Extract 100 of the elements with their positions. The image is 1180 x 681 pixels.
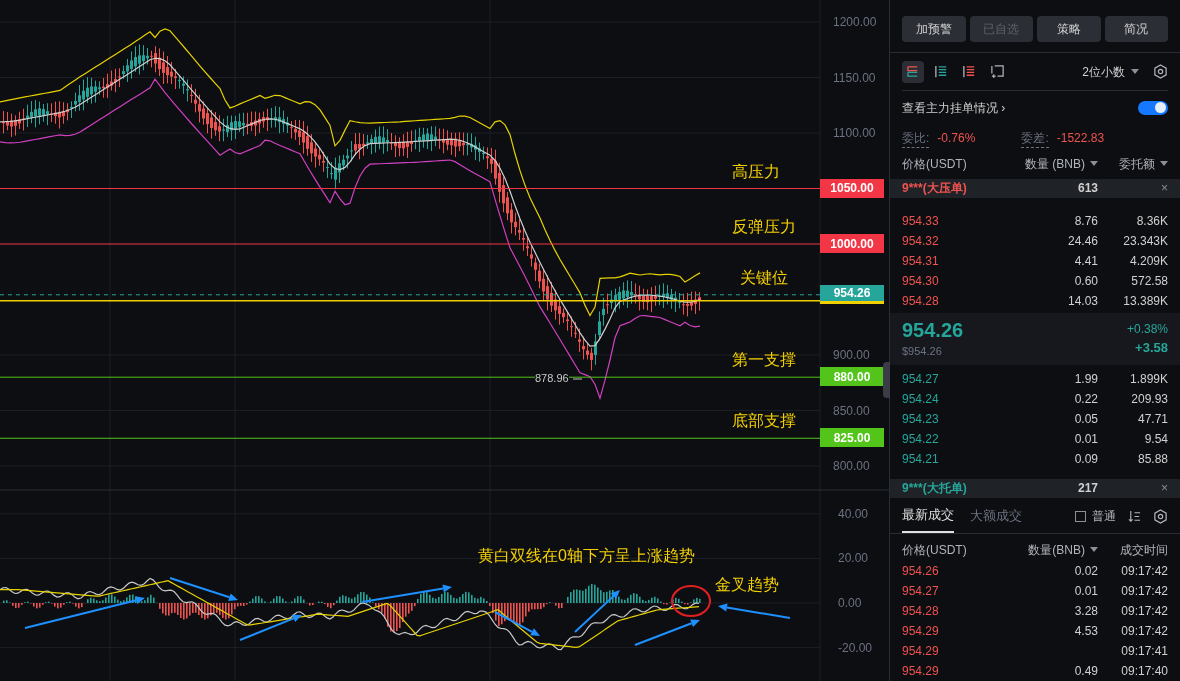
quantity-cell-text: 0.05 [1073, 410, 1098, 428]
quantity-cell-text: 14.03 [1066, 293, 1098, 311]
change-value: +3.58 [1135, 339, 1168, 358]
view-mode-button[interactable] [902, 60, 924, 83]
price-cell-text: 954.29 [902, 643, 940, 661]
action-button[interactable]: 简况 [1104, 15, 1168, 42]
price-cell-text: 954.26 [902, 563, 940, 581]
price-cell-text: 954.29 [902, 623, 940, 641]
axis-label: 1200.00 [833, 16, 877, 28]
quantity-cell-text: 8.76 [1073, 213, 1098, 231]
level-label: 关键位 [740, 269, 788, 286]
column-header[interactable]: 数量 (BNB) [1002, 154, 1098, 173]
time-cell-text: 09:17:41 [1120, 643, 1168, 661]
total-cell-text: 85.88 [1136, 450, 1168, 468]
axis-label: 40.00 [838, 507, 869, 520]
arrow [494, 611, 540, 636]
price-cell-text: 954.27 [902, 583, 940, 601]
total-cell-text: 4.209K [1128, 253, 1168, 271]
price-cell-text: 954.31 [902, 253, 940, 271]
price-cell-text: 954.28 [902, 603, 940, 621]
column-header: 成交时间 [1119, 541, 1168, 559]
normal-checkbox[interactable]: 普通 [1075, 507, 1116, 526]
total-cell-text: 8.36K [1135, 213, 1168, 231]
axis-label: 900.00 [833, 349, 870, 361]
diff-label: 委差: [1021, 129, 1049, 149]
column-header: 价格(USDT) [902, 541, 968, 559]
last-price: 954.26 [902, 318, 965, 344]
settings-icon[interactable] [1153, 64, 1168, 80]
close-icon[interactable]: × [1098, 479, 1168, 498]
sort-icon[interactable] [1128, 509, 1141, 523]
total-cell-text: 572.58 [1130, 273, 1168, 291]
price-tag: 954.26 [820, 284, 884, 304]
axis-label: 1150.00 [833, 71, 876, 84]
price-cell-text: 954.28 [902, 293, 940, 311]
price-cell-text: 954.30 [902, 273, 940, 291]
trades-tab[interactable]: 大额成交 [970, 499, 1022, 534]
quantity-cell-text: 0.60 [1073, 273, 1098, 291]
quantity-cell-text: 24.46 [1066, 233, 1098, 251]
arrow [574, 590, 620, 633]
settings-icon[interactable] [1153, 508, 1168, 524]
toggle-switch[interactable] [1138, 100, 1168, 115]
diff-value: -1522.83 [1056, 130, 1105, 148]
price-cell-text: 954.29 [902, 663, 940, 681]
axis-label: 0.00 [838, 597, 862, 609]
quantity-cell-text: 0.01 [1073, 430, 1098, 448]
quantity-cell: 4.53 [1074, 624, 1098, 639]
usd-price: $954.26 [902, 344, 943, 360]
price-tag: 825.00 [820, 428, 884, 448]
large-order-banner: 9***(大压单) 613 × [890, 178, 1180, 198]
total-cell-text: 23.343K [1122, 233, 1168, 251]
arrow [239, 614, 302, 641]
quantity-cell: 0.02 [1074, 564, 1098, 579]
column-header[interactable]: 数量(BNB) [1002, 540, 1098, 559]
axis-label: -20.00 [838, 641, 873, 654]
axis-label: 20.00 [838, 552, 869, 565]
time-cell-text: 09:17:42 [1120, 623, 1168, 641]
price-tag: 880.00 [820, 367, 884, 387]
caret-icon [1160, 161, 1168, 167]
ratio-label: 委比: [902, 129, 930, 149]
precision-dropdown[interactable]: 2位小数 [1082, 62, 1139, 81]
highlight-circle [671, 585, 711, 617]
close-icon[interactable]: × [1098, 179, 1168, 198]
quantity-cell: 0.01 [1074, 584, 1098, 599]
total-cell-text: 209.93 [1130, 390, 1168, 408]
caret-icon [1131, 69, 1139, 75]
quantity-cell-text: 0.22 [1073, 390, 1098, 408]
level-label: 第一支撑 [732, 352, 796, 369]
price-cell-text: 954.32 [902, 233, 940, 251]
level-label: 底部支撑 [732, 413, 796, 430]
time-cell-text: 09:17:42 [1120, 563, 1168, 581]
total-cell-text: 47.71 [1136, 410, 1168, 428]
add-frame-icon [989, 64, 1005, 80]
action-button[interactable]: 加预警 [902, 15, 966, 42]
price-tag: 1000.00 [820, 234, 884, 253]
low-marker-line [572, 378, 583, 380]
time-cell-text: 09:17:42 [1120, 583, 1168, 601]
quantity-cell: 3.28 [1074, 604, 1098, 619]
arrow [634, 619, 700, 646]
axis-label: 800.00 [833, 460, 870, 472]
column-header[interactable]: 委托额 [1098, 154, 1168, 173]
low-price-label: 878.96 [535, 373, 569, 384]
quantity-cell-text: 1.99 [1073, 370, 1098, 388]
annotation-text: 黄白双线在0轴下方呈上涨趋势 [478, 548, 695, 564]
quantity-cell-text: 4.41 [1073, 253, 1098, 271]
ratio-value: -0.76% [937, 130, 976, 148]
scroll-handle[interactable] [883, 362, 890, 398]
price-tag: 1050.00 [820, 178, 884, 198]
time-cell-text: 09:17:42 [1120, 603, 1168, 621]
action-button[interactable]: 策略 [1037, 15, 1101, 42]
bid-list-icon [933, 64, 949, 80]
price-cell-text: 954.22 [902, 430, 940, 448]
change-percent: +0.38% [1126, 321, 1168, 339]
axis-label: 1100.00 [833, 127, 876, 139]
trades-tab[interactable]: 最新成交 [902, 499, 954, 534]
annotation-text: 金叉趋势 [715, 577, 779, 593]
main-orders-link[interactable]: 查看主力挂单情况 › [902, 98, 1138, 117]
price-cell-text: 954.23 [902, 410, 940, 428]
price-cell-text: 954.21 [902, 450, 940, 468]
caret-icon [1090, 547, 1098, 552]
price-cell-text: 954.33 [902, 213, 940, 231]
